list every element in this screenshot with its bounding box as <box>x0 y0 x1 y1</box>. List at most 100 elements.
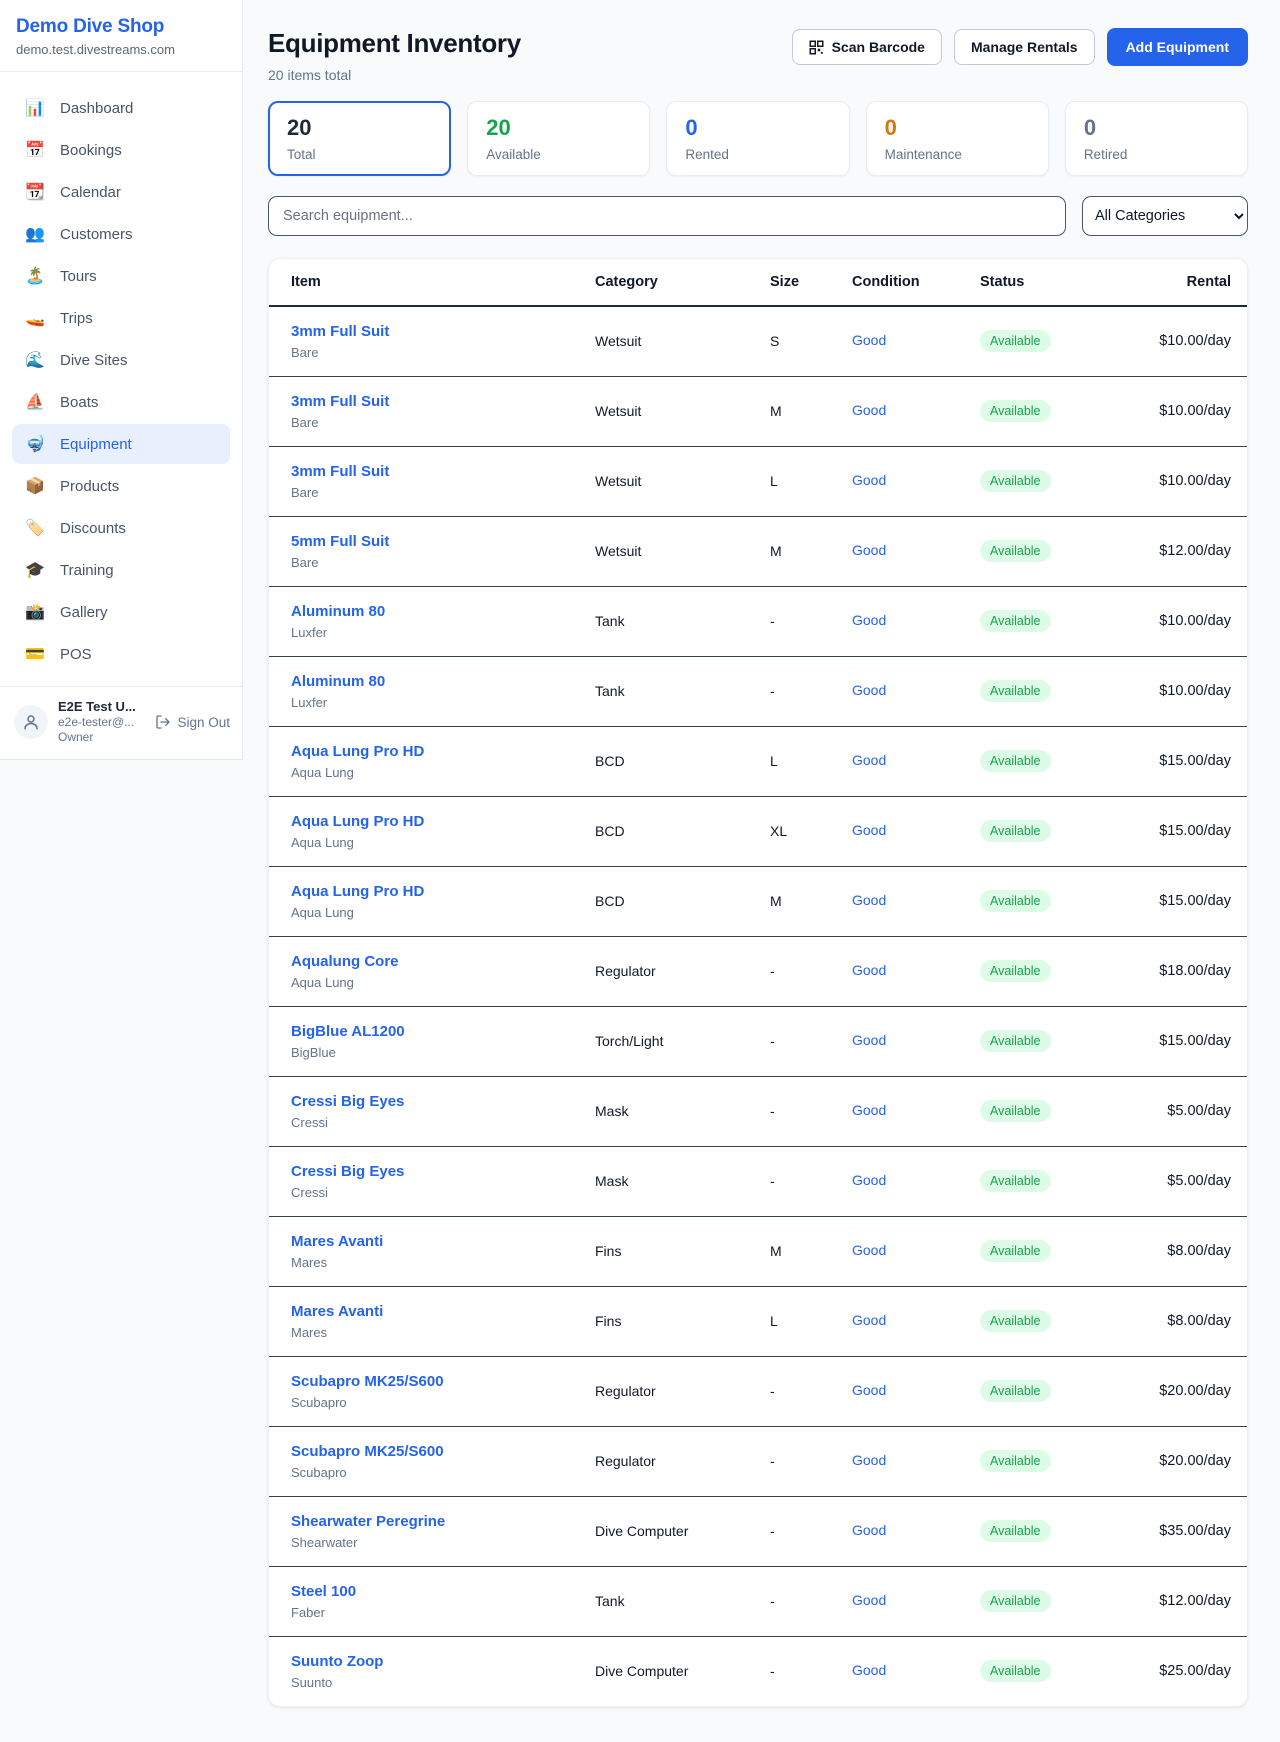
stat-label: Available <box>486 147 631 162</box>
item-name-link[interactable]: 5mm Full Suit <box>291 533 579 550</box>
sidebar-item-training[interactable]: 🎓Training <box>12 550 230 590</box>
sidebar-item-customers[interactable]: 👥Customers <box>12 214 230 254</box>
condition-link[interactable]: Good <box>852 682 886 698</box>
item-name-link[interactable]: 3mm Full Suit <box>291 393 579 410</box>
sidebar-item-pos[interactable]: 💳POS <box>12 634 230 674</box>
cell-rental-price: $5.00/day <box>1104 1076 1247 1146</box>
item-name-link[interactable]: Mares Avanti <box>291 1303 579 1320</box>
condition-link[interactable]: Good <box>852 542 886 558</box>
table-row: Aqualung CoreAqua LungRegulator-GoodAvai… <box>269 936 1247 1006</box>
sidebar-item-dive-sites[interactable]: 🌊Dive Sites <box>12 340 230 380</box>
cell-category: Regulator <box>587 1426 762 1496</box>
sidebar-item-boats[interactable]: ⛵Boats <box>12 382 230 422</box>
stat-card-retired[interactable]: 0Retired <box>1065 101 1248 176</box>
sidebar-item-products[interactable]: 📦Products <box>12 466 230 506</box>
condition-link[interactable]: Good <box>852 402 886 418</box>
condition-link[interactable]: Good <box>852 1102 886 1118</box>
condition-link[interactable]: Good <box>852 892 886 908</box>
item-name-link[interactable]: Shearwater Peregrine <box>291 1513 579 1530</box>
condition-link[interactable]: Good <box>852 1032 886 1048</box>
cell-category: Tank <box>587 586 762 656</box>
column-header-status: Status <box>972 259 1104 306</box>
item-brand: Bare <box>291 555 579 570</box>
sidebar-item-label: Discounts <box>60 520 126 537</box>
condition-link[interactable]: Good <box>852 962 886 978</box>
stat-card-rented[interactable]: 0Rented <box>666 101 849 176</box>
item-name-link[interactable]: Steel 100 <box>291 1583 579 1600</box>
item-brand: Luxfer <box>291 625 579 640</box>
sidebar-item-discounts[interactable]: 🏷️Discounts <box>12 508 230 548</box>
cell-condition: Good <box>844 376 972 446</box>
condition-link[interactable]: Good <box>852 1452 886 1468</box>
condition-link[interactable]: Good <box>852 472 886 488</box>
item-name-link[interactable]: Cressi Big Eyes <box>291 1093 579 1110</box>
sidebar-item-equipment[interactable]: 🤿Equipment <box>12 424 230 464</box>
item-name-link[interactable]: Mares Avanti <box>291 1233 579 1250</box>
item-name-link[interactable]: Suunto Zoop <box>291 1653 579 1670</box>
item-name-link[interactable]: Aqua Lung Pro HD <box>291 883 579 900</box>
search-input[interactable] <box>268 196 1066 236</box>
cell-item: 5mm Full Suit Bare <box>269 516 587 586</box>
cell-condition: Good <box>844 446 972 516</box>
stat-card-available[interactable]: 20Available <box>467 101 650 176</box>
table-row: 3mm Full SuitBareWetsuitMGoodAvailable$1… <box>269 376 1247 446</box>
item-name-link[interactable]: Aluminum 80 <box>291 673 579 690</box>
status-badge: Available <box>980 890 1051 912</box>
category-select[interactable]: All Categories <box>1082 196 1248 236</box>
cell-item: 3mm Full SuitBare <box>269 446 587 516</box>
cell-category: Wetsuit <box>587 516 762 586</box>
condition-link[interactable]: Good <box>852 1382 886 1398</box>
manage-rentals-button[interactable]: Manage Rentals <box>954 29 1095 65</box>
condition-link[interactable]: Good <box>852 1592 886 1608</box>
sidebar-item-bookings[interactable]: 📅Bookings <box>12 130 230 170</box>
condition-link[interactable]: Good <box>852 1662 886 1678</box>
condition-link[interactable]: Good <box>852 1172 886 1188</box>
condition-link[interactable]: Good <box>852 1312 886 1328</box>
item-name-link[interactable]: Aqua Lung Pro HD <box>291 813 579 830</box>
cell-item: 3mm Full SuitBare <box>269 376 587 446</box>
sign-out-button[interactable]: Sign Out <box>155 714 230 730</box>
table-row: 5mm Full SuitBareWetsuitMGoodAvailable$1… <box>269 516 1247 586</box>
scan-barcode-button[interactable]: Scan Barcode <box>792 29 942 65</box>
cell-rental-price: $15.00/day <box>1104 866 1247 936</box>
table-row: Scubapro MK25/S600ScubaproRegulator-Good… <box>269 1426 1247 1496</box>
condition-link[interactable]: Good <box>852 1522 886 1538</box>
cell-status: Available <box>972 446 1104 516</box>
item-name-link[interactable]: Scubapro MK25/S600 <box>291 1443 579 1460</box>
app-root: Demo Dive Shop demo.test.divestreams.com… <box>0 0 1280 1735</box>
sidebar-item-tours[interactable]: 🏝️Tours <box>12 256 230 296</box>
condition-link[interactable]: Good <box>852 752 886 768</box>
item-name-link[interactable]: Aqua Lung Pro HD <box>291 743 579 760</box>
sidebar-item-trips[interactable]: 🚤Trips <box>12 298 230 338</box>
sidebar-item-dashboard[interactable]: 📊Dashboard <box>12 88 230 128</box>
item-brand: Aqua Lung <box>291 835 579 850</box>
item-name-link[interactable]: 3mm Full Suit <box>291 463 579 480</box>
item-brand: Faber <box>291 1605 579 1620</box>
item-name-link[interactable]: Aqualung Core <box>291 953 579 970</box>
cell-size: M <box>762 516 844 586</box>
status-badge: Available <box>980 1450 1051 1472</box>
item-name-link[interactable]: Aluminum 80 <box>291 603 579 620</box>
item-name-link[interactable]: Scubapro MK25/S600 <box>291 1373 579 1390</box>
shop-name[interactable]: Demo Dive Shop <box>16 16 226 38</box>
cell-size: - <box>762 1496 844 1566</box>
user-box: E2E Test U... e2e-tester@... Owner Sign … <box>0 686 242 759</box>
item-name-link[interactable]: Cressi Big Eyes <box>291 1163 579 1180</box>
condition-link[interactable]: Good <box>852 612 886 628</box>
barcode-icon <box>809 40 824 55</box>
condition-link[interactable]: Good <box>852 1242 886 1258</box>
condition-link[interactable]: Good <box>852 332 886 348</box>
sign-out-label: Sign Out <box>177 715 230 730</box>
sidebar-item-gallery[interactable]: 📸Gallery <box>12 592 230 632</box>
cell-condition: Good <box>844 516 972 586</box>
item-name-link[interactable]: BigBlue AL1200 <box>291 1023 579 1040</box>
sidebar-item-calendar[interactable]: 📆Calendar <box>12 172 230 212</box>
stat-card-total[interactable]: 20Total <box>268 101 451 176</box>
add-equipment-button[interactable]: Add Equipment <box>1107 28 1248 66</box>
column-header-rental: Rental <box>1104 259 1247 306</box>
item-name-link[interactable]: 3mm Full Suit <box>291 323 579 340</box>
status-badge: Available <box>980 820 1051 842</box>
stat-card-maintenance[interactable]: 0Maintenance <box>866 101 1049 176</box>
add-equipment-label: Add Equipment <box>1126 39 1229 55</box>
condition-link[interactable]: Good <box>852 822 886 838</box>
